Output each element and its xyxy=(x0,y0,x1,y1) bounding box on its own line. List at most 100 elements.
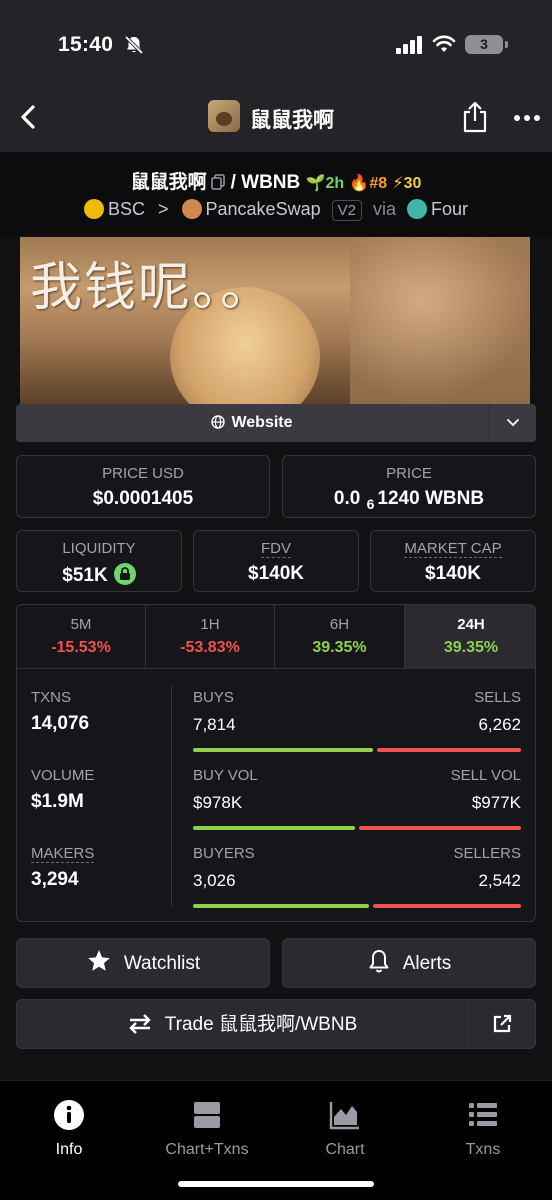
bnb-chain-icon xyxy=(83,199,104,219)
lightning-icon: ⚡ xyxy=(392,175,404,192)
tab-1h[interactable]: 1H -53.83% xyxy=(146,605,275,669)
tab-change: 39.35% xyxy=(312,639,367,656)
price-native-box: PRICE 0.0 6 1240 WBNB xyxy=(282,455,536,518)
sells-value: 6,262 xyxy=(478,715,521,734)
buys-sells-row: BUYS SELLS 7,814 6,262 xyxy=(193,689,521,752)
sell-bar xyxy=(373,904,521,908)
launchpad-name[interactable]: Four xyxy=(431,199,468,219)
info-icon xyxy=(53,1099,85,1131)
watchlist-label: Watchlist xyxy=(123,953,201,974)
market-cap-box: MARKET CAP $140K xyxy=(370,530,536,592)
bell-icon xyxy=(369,950,389,973)
token-avatar xyxy=(208,100,240,132)
open-external-button[interactable] xyxy=(467,1000,535,1048)
trade-row: Trade 鼠鼠我啊/WBNB xyxy=(16,999,536,1049)
pair-header: 鼠鼠我啊 / WBNB 🌱2h 🔥#8 ⚡30 BSC > PancakeSwap… xyxy=(0,152,552,236)
buy-sell-volume-bar xyxy=(193,826,521,830)
buys-sells-bar xyxy=(193,748,521,752)
volume-value: $1.9M xyxy=(31,791,84,812)
market-cap-value: $140K xyxy=(425,563,481,584)
makers-value: 3,294 xyxy=(31,869,79,890)
tab-change: 39.35% xyxy=(443,639,499,656)
sellers-value: 2,542 xyxy=(478,871,521,890)
txns-label: TXNS xyxy=(31,689,72,706)
fdv-label[interactable]: FDV xyxy=(261,540,291,558)
dex-name[interactable]: PancakeSwap xyxy=(206,199,321,219)
back-chevron-icon[interactable] xyxy=(14,102,44,132)
website-button[interactable]: Website xyxy=(16,404,488,442)
pair-age: 2h xyxy=(325,175,345,192)
liquidity-lock-icon[interactable] xyxy=(113,563,136,585)
price-usd-label: PRICE USD xyxy=(102,465,184,482)
flame-icon: 🔥 xyxy=(349,175,370,192)
four-meme-icon xyxy=(407,199,428,219)
swap-arrows-icon xyxy=(129,1014,151,1034)
makers-label[interactable]: MAKERS xyxy=(31,845,95,863)
price-digits: 1240 xyxy=(377,488,420,509)
tab-6h[interactable]: 6H 39.35% xyxy=(275,605,405,669)
price-prefix: 0.0 xyxy=(333,488,361,509)
buy-bar xyxy=(193,748,374,752)
nav-item-txns[interactable]: Txns xyxy=(414,1099,552,1159)
market-cap-label[interactable]: MARKET CAP xyxy=(404,540,502,558)
trade-label: Trade 鼠鼠我啊/WBNB xyxy=(164,1014,358,1035)
alerts-button[interactable]: Alerts xyxy=(282,938,536,988)
txns-panel: 5M -15.53% 1H -53.83% 6H 39.35% 24H 39.3… xyxy=(16,604,536,922)
price-zero-count: 6 xyxy=(366,496,375,512)
home-indicator xyxy=(178,1181,374,1187)
liquidity-label: LIQUIDITY xyxy=(62,540,136,557)
nav-item-info[interactable]: Info xyxy=(0,1099,138,1159)
tab-label: 24H xyxy=(457,616,485,633)
pair-token: 鼠鼠我啊 xyxy=(130,172,207,193)
tab-change: -15.53% xyxy=(51,639,111,656)
star-icon xyxy=(87,950,110,971)
sell-vol-label: SELL VOL xyxy=(450,767,521,784)
dex-version-badge: V2 xyxy=(331,200,362,221)
price-unit: WBNB xyxy=(424,488,485,509)
tab-label: 5M xyxy=(70,616,92,633)
sell-vol-value: $977K xyxy=(471,793,521,812)
via-label: via xyxy=(372,199,396,219)
watchlist-button[interactable]: Watchlist xyxy=(16,938,270,988)
share-icon[interactable] xyxy=(461,101,489,133)
buyers-sellers-bar xyxy=(193,904,521,908)
timeframe-tabs: 5M -15.53% 1H -53.83% 6H 39.35% 24H 39.3… xyxy=(17,605,535,669)
buy-vol-label: BUY VOL xyxy=(193,767,258,784)
pair-title: 鼠鼠我啊 / WBNB 🌱2h 🔥#8 ⚡30 xyxy=(0,167,552,194)
copy-icon[interactable] xyxy=(210,174,225,190)
more-icon[interactable] xyxy=(514,114,540,122)
pancakeswap-icon xyxy=(181,199,202,219)
sprout-icon: 🌱 xyxy=(305,175,326,192)
nav-label: Chart+Txns xyxy=(165,1141,249,1158)
tab-label: 1H xyxy=(200,616,220,633)
tab-5m[interactable]: 5M -15.53% xyxy=(17,605,146,669)
trade-button[interactable]: Trade 鼠鼠我啊/WBNB xyxy=(17,1000,467,1048)
buyers-value: 3,026 xyxy=(193,871,236,890)
liquidity-box: LIQUIDITY $51K xyxy=(16,530,182,592)
liquidity-value: $51K xyxy=(17,563,181,587)
sells-label: SELLS xyxy=(474,689,521,706)
split-icon xyxy=(191,1099,223,1131)
links-dropdown-button[interactable] xyxy=(489,404,536,442)
area-chart-icon xyxy=(329,1099,361,1131)
chevron-down-icon xyxy=(507,419,519,427)
alerts-label: Alerts xyxy=(402,953,452,974)
price-usd-value: $0.0001405 xyxy=(92,488,194,509)
website-label: Website xyxy=(231,414,293,431)
status-time: 15:40 xyxy=(58,33,114,56)
tab-24h[interactable]: 24H 39.35% xyxy=(405,605,535,669)
buy-bar xyxy=(193,904,370,908)
nav-item-chart[interactable]: Chart xyxy=(276,1099,414,1159)
fdv-box: FDV $140K xyxy=(193,530,359,592)
nav-label: Txns xyxy=(465,1141,501,1158)
buys-value: 7,814 xyxy=(193,715,236,734)
sell-bar xyxy=(377,748,521,752)
chain-name[interactable]: BSC xyxy=(108,199,145,219)
nav-item-chart-txns[interactable]: Chart+Txns xyxy=(138,1099,276,1159)
nav-label: Chart xyxy=(325,1141,365,1158)
volume-label: VOLUME xyxy=(31,767,95,784)
battery-icon: 3 xyxy=(465,35,503,54)
status-bar: 15:40 3 xyxy=(0,0,552,90)
buyers-label: BUYERS xyxy=(193,845,255,862)
token-banner-image: 我钱呢。。 xyxy=(20,237,530,404)
